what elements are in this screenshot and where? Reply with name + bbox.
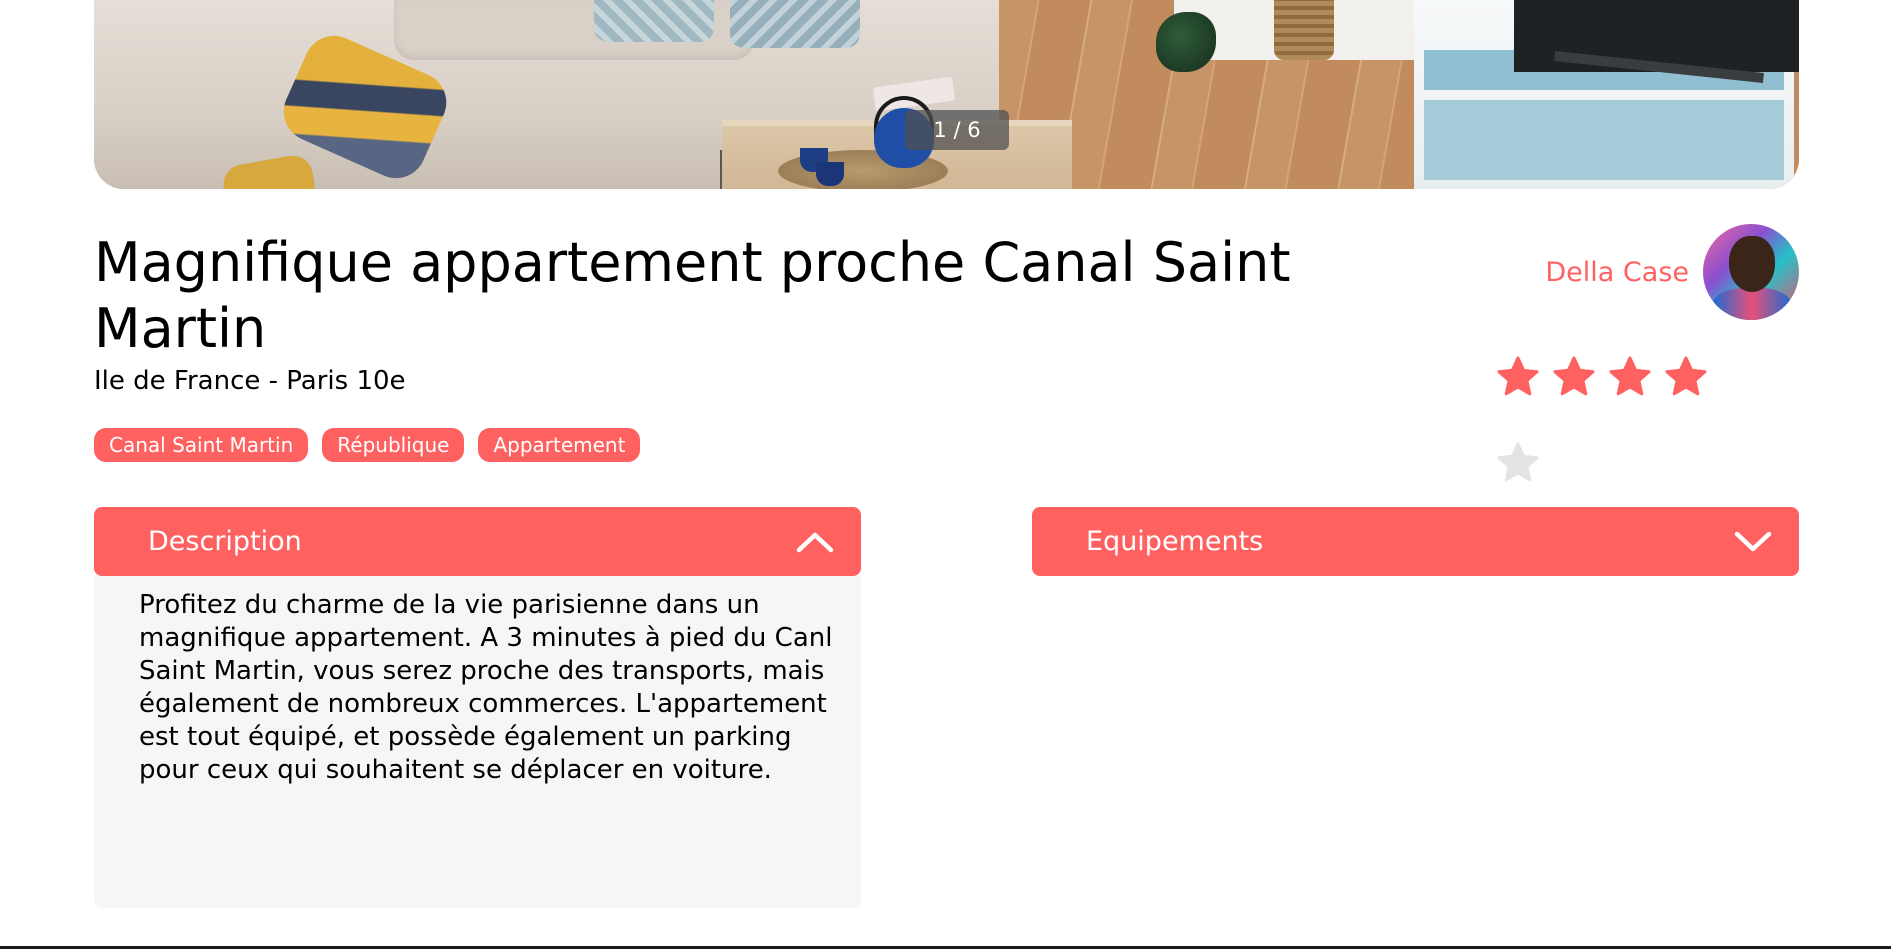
rating-stars xyxy=(1496,355,1756,527)
listing-page: 1 / 6 Magnifique appartement proche Cana… xyxy=(94,0,1799,949)
photo-gallery[interactable]: 1 / 6 xyxy=(94,0,1799,189)
gallery-photo-plant xyxy=(1156,12,1216,72)
star-filled-icon xyxy=(1552,355,1596,399)
gallery-photo-pillow xyxy=(730,0,860,48)
gallery-counter: 1 / 6 xyxy=(905,110,1009,150)
collapse-description-title: Description xyxy=(148,526,302,557)
description-text: Profitez du charme de la vie parisienne … xyxy=(139,590,833,785)
gallery-photo-shelf-lower xyxy=(1424,100,1784,180)
chevron-up-icon[interactable] xyxy=(795,530,835,554)
avatar-face xyxy=(1729,236,1775,292)
collapse-description-header[interactable]: Description xyxy=(94,507,861,576)
host-avatar xyxy=(1703,224,1799,320)
collapse-equipements-title: Equipements xyxy=(1086,526,1264,557)
avatar-shirt xyxy=(1713,288,1791,320)
collapse-description-body: Profitez du charme de la vie parisienne … xyxy=(94,576,861,908)
tag-list: Canal Saint Martin République Appartemen… xyxy=(94,428,641,462)
host-name: Della Case xyxy=(1545,256,1689,288)
collapse-equipements-header[interactable]: Equipements xyxy=(1032,507,1799,576)
gallery-photo-cup xyxy=(816,162,844,186)
chevron-down-icon[interactable] xyxy=(1733,530,1773,554)
listing-location: Ile de France - Paris 10e xyxy=(94,366,406,396)
tag: République xyxy=(322,428,465,462)
gallery-photo-basket xyxy=(1274,0,1334,60)
tag: Canal Saint Martin xyxy=(94,428,309,462)
star-filled-icon xyxy=(1608,355,1652,399)
host-info: Della Case xyxy=(1545,224,1799,320)
listing-title: Magnifique appartement proche Canal Sain… xyxy=(94,231,1291,360)
star-filled-icon xyxy=(1496,355,1540,399)
collapse-equipements: Equipements xyxy=(1032,507,1799,576)
star-filled-icon xyxy=(1664,355,1708,399)
tag: Appartement xyxy=(478,428,641,462)
star-empty-icon xyxy=(1496,441,1540,485)
collapse-description: Description Profitez du charme de la vie… xyxy=(94,507,861,908)
gallery-photo-pillow xyxy=(594,0,714,42)
